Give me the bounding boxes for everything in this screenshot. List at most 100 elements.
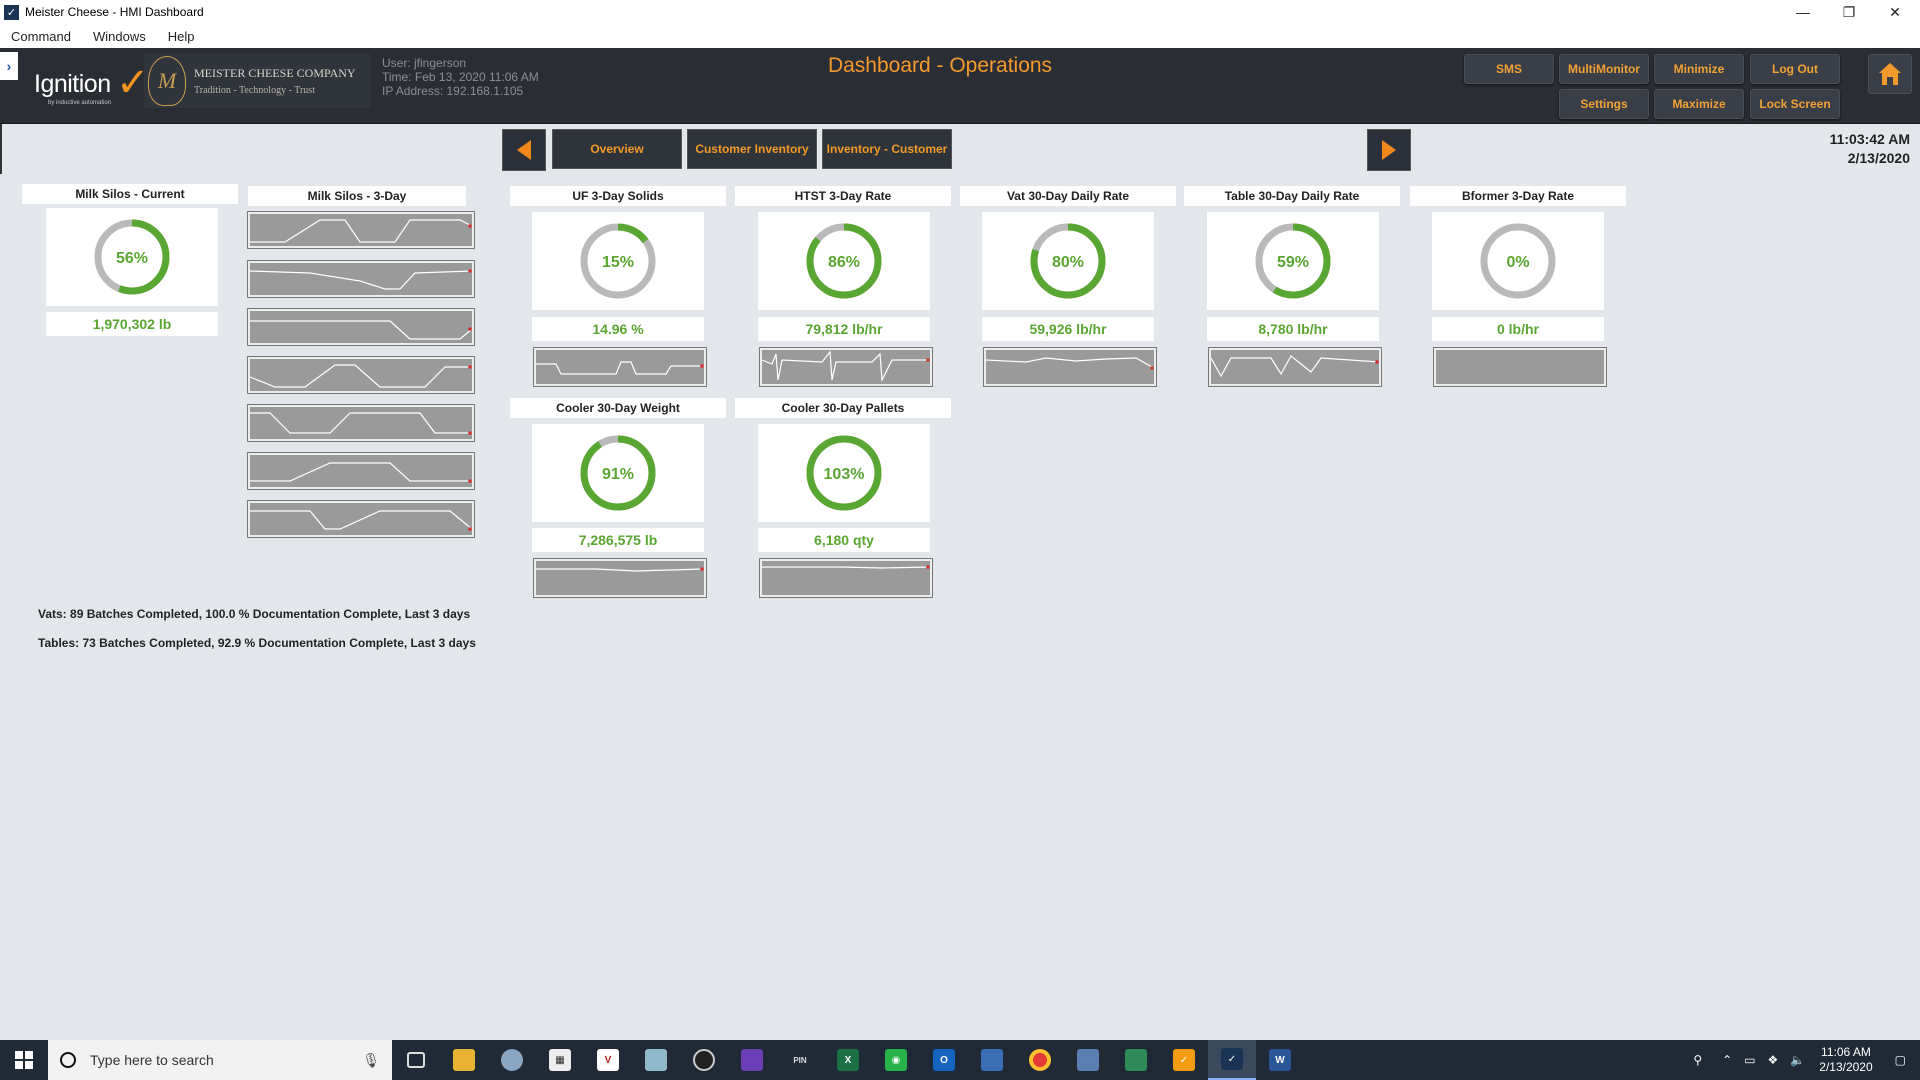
cooler-weight-trend: [533, 558, 707, 598]
inventory-customer-button[interactable]: Inventory - Customer: [822, 129, 952, 169]
cooler-pallets-trend: [759, 558, 933, 598]
taskbar-file-explorer[interactable]: [440, 1040, 488, 1080]
ignition-designer-icon: ✓: [1173, 1049, 1195, 1071]
bformer-rate-trend: [1433, 347, 1607, 387]
notifications-icon[interactable]: ▢: [1895, 1053, 1906, 1067]
taskbar-search[interactable]: Type here to search 🎙: [48, 1040, 392, 1080]
taskbar-clock[interactable]: 11:06 AM 2/13/2020: [1819, 1045, 1872, 1075]
silo-trend-3-polyline: [250, 320, 473, 340]
bformer-rate-gauge-ring: 0%: [1480, 223, 1556, 299]
multimonitor-button[interactable]: MultiMonitor: [1559, 54, 1649, 84]
taskbar-app-6[interactable]: [680, 1040, 728, 1080]
taskbar-word[interactable]: W: [1256, 1040, 1304, 1080]
taskbar-ignition-designer[interactable]: ✓: [1160, 1040, 1208, 1080]
window-title: Meister Cheese - HMI Dashboard: [25, 5, 204, 19]
clock-date: 2/13/2020: [1847, 150, 1910, 166]
silo-trend-2-endpoint: [468, 269, 472, 273]
company-logo: M MEISTER CHEESE COMPANY Tradition - Tec…: [144, 54, 370, 108]
logout-button[interactable]: Log Out: [1750, 54, 1840, 84]
window-minimize-button[interactable]: —: [1780, 0, 1826, 24]
htst-rate-gauge: 86%: [758, 212, 930, 310]
milk-silos-current-gauge-percent: 56%: [116, 250, 148, 267]
bformer-rate-title: Bformer 3-Day Rate: [1410, 186, 1626, 206]
app-icon: ✓: [4, 4, 19, 20]
volume-icon[interactable]: 🔈: [1790, 1053, 1805, 1067]
outlook-icon: O: [933, 1049, 955, 1071]
network-icon[interactable]: ▭: [1744, 1053, 1755, 1067]
taskbar-app-15[interactable]: [1112, 1040, 1160, 1080]
pin-chart-icon: PIN: [793, 1055, 807, 1065]
taskbar-app-8[interactable]: PIN: [776, 1040, 824, 1080]
window-restore-button[interactable]: ❐: [1826, 0, 1872, 24]
cooler-weight-title: Cooler 30-Day Weight: [510, 398, 726, 418]
menu-windows[interactable]: Windows: [82, 29, 157, 44]
arrow-left-icon: [517, 140, 531, 160]
microphone-icon[interactable]: 🎙: [362, 1052, 380, 1069]
taskbar-app-2[interactable]: [488, 1040, 536, 1080]
word-icon: W: [1269, 1049, 1291, 1071]
vat-rate-gauge: 80%: [982, 212, 1154, 310]
windows-logo-icon: [15, 1051, 33, 1069]
cooler-pallets-gauge-ring: 103%: [806, 435, 882, 511]
lock-screen-button[interactable]: Lock Screen: [1750, 89, 1840, 119]
ignition-client-icon: ✓: [1221, 1048, 1243, 1070]
table-rate-gauge: 59%: [1207, 212, 1379, 310]
silo-trend-5: [247, 404, 475, 442]
people-icon[interactable]: ⚲: [1693, 1053, 1702, 1067]
previous-page-button[interactable]: [502, 129, 546, 171]
taskbar-app-14[interactable]: [1064, 1040, 1112, 1080]
taskbar-app-4[interactable]: V: [584, 1040, 632, 1080]
silo-trend-7: [247, 500, 475, 538]
menu-help[interactable]: Help: [157, 29, 206, 44]
uf-solids-gauge: 15%: [532, 212, 704, 310]
sms-button[interactable]: SMS: [1464, 54, 1554, 84]
silo-trend-6-endpoint: [468, 479, 472, 483]
session-time: Time: Feb 13, 2020 11:06 AM: [382, 70, 539, 84]
silo-trend-4-line: [249, 364, 472, 388]
overview-button[interactable]: Overview: [552, 129, 682, 169]
task-view-button[interactable]: [392, 1040, 440, 1080]
taskbar-outlook[interactable]: O: [920, 1040, 968, 1080]
minimize-button[interactable]: Minimize: [1654, 54, 1744, 84]
taskbar-ignition-client[interactable]: ✓: [1208, 1040, 1256, 1080]
start-button[interactable]: [0, 1040, 48, 1080]
htst-rate-gauge-ring: 86%: [806, 223, 882, 299]
taskbar-app-10[interactable]: ◉: [872, 1040, 920, 1080]
clock: 11:03:42 AM 2/13/2020: [1830, 130, 1910, 168]
pipeline-app-icon: [1125, 1049, 1147, 1071]
table-rate-trend-endpoint: [1375, 360, 1379, 364]
taskbar-app-12[interactable]: [968, 1040, 1016, 1080]
expand-tab-icon[interactable]: ›: [0, 52, 18, 80]
tray-expand-icon[interactable]: ⌃: [1722, 1053, 1732, 1067]
customer-inventory-button[interactable]: Customer Inventory: [687, 129, 817, 169]
htst-rate-title: HTST 3-Day Rate: [735, 186, 951, 206]
bformer-rate-trend-line: [1436, 350, 1604, 384]
ssms-icon: [1077, 1049, 1099, 1071]
cooler-weight-trend-line: [536, 567, 704, 572]
taskbar-chrome[interactable]: [1016, 1040, 1064, 1080]
ignition-logo: Ignition ✓ by inductive automation: [34, 61, 150, 106]
silo-trend-3: [247, 308, 475, 346]
left-edge-rule: [0, 124, 2, 174]
home-icon: [1879, 63, 1901, 85]
menu-command[interactable]: Command: [0, 29, 82, 44]
taskbar-calculator[interactable]: ▦: [536, 1040, 584, 1080]
taskbar-visual-studio[interactable]: [728, 1040, 776, 1080]
home-button[interactable]: [1868, 54, 1912, 94]
db-app-icon: [981, 1049, 1003, 1071]
silo-trend-5-line: [250, 412, 472, 435]
dropbox-icon[interactable]: ❖: [1768, 1053, 1779, 1067]
window-close-button[interactable]: ✕: [1872, 0, 1918, 24]
company-seal-icon: M: [148, 56, 186, 106]
maximize-button[interactable]: Maximize: [1654, 89, 1744, 119]
header-bar: › Ignition ✓ by inductive automation M M…: [0, 48, 1920, 124]
htst-rate-trend-line: [762, 350, 930, 383]
table-rate-trend-polyline: [1211, 355, 1379, 378]
taskbar-app-5[interactable]: [632, 1040, 680, 1080]
vat-rate-trend-line: [986, 357, 1154, 370]
taskbar-excel[interactable]: X: [824, 1040, 872, 1080]
next-page-button[interactable]: [1367, 129, 1411, 171]
cooler-pallets-value: 6,180 qty: [758, 528, 930, 552]
calculator-icon: ▦: [549, 1049, 571, 1071]
settings-button[interactable]: Settings: [1559, 89, 1649, 119]
